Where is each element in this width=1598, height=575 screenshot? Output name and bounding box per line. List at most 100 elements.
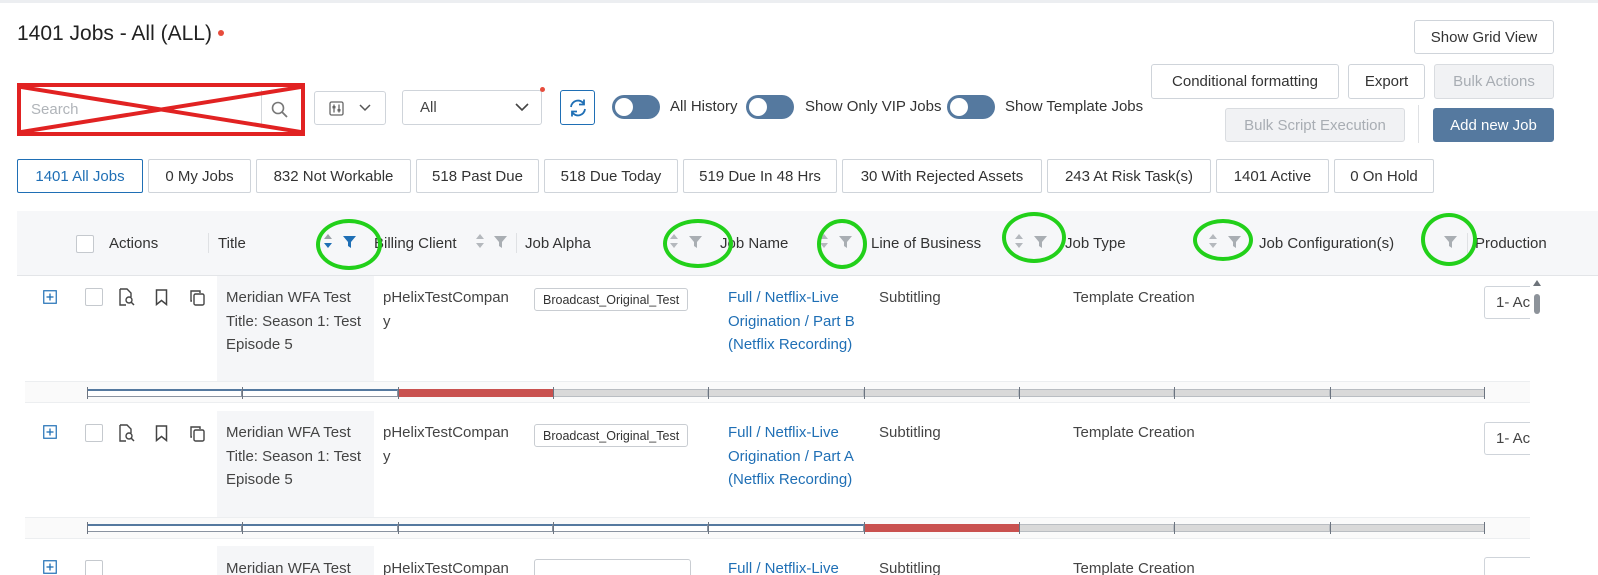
export-button[interactable]: Export [1348,64,1425,99]
tab-due-today[interactable]: 518 Due Today [544,159,678,193]
progress-segment [87,389,243,397]
job-name-link[interactable]: Full / Netflix-Live Origination / Part B… [728,286,855,357]
tab-all-jobs[interactable]: 1401 All Jobs [17,159,143,193]
tab-my-jobs[interactable]: 0 My Jobs [148,159,251,193]
preview-document-icon[interactable] [117,424,135,442]
progress-segment [708,389,864,397]
progress-segment [1174,524,1330,532]
search-button[interactable] [261,90,297,128]
tab-at-risk-tasks[interactable]: 243 At Risk Task(s) [1047,159,1211,193]
progress-tick [397,387,399,399]
tab-on-hold[interactable]: 0 On Hold [1334,159,1434,193]
column-header-billing-client[interactable]: Billing Client [374,211,457,276]
column-header-job-alpha[interactable]: Job Alpha [525,211,591,276]
job-name-link[interactable]: Full / Netflix-Live [728,557,839,575]
column-header-job-type[interactable]: Job Type [1065,211,1126,276]
title-line: Title: Season 1: Test [226,312,362,330]
filter-icon[interactable] [1034,236,1047,248]
column-header-title[interactable]: Title [218,211,246,276]
preview-document-icon[interactable] [117,288,135,306]
search-input[interactable] [21,87,265,132]
search-icon [271,101,288,118]
toggle-knob [950,98,968,116]
expand-row-icon[interactable] [43,290,57,304]
progress-tick [1484,522,1485,534]
refresh-button[interactable] [560,90,595,125]
filter-icon[interactable] [1444,236,1457,248]
progress-tick [708,387,710,399]
sort-icon[interactable] [819,233,829,249]
show-grid-view-button[interactable]: Show Grid View [1414,20,1554,54]
job-filter-select[interactable]: All [402,90,542,125]
column-header-production[interactable]: Production [1475,211,1547,276]
billing-client-line: pHelixTestCompan [383,424,509,441]
bulk-actions-button[interactable]: Bulk Actions [1434,64,1554,99]
bookmark-icon[interactable] [155,289,168,306]
job-name-line: Full / Netflix-Live [728,289,839,306]
sort-icon[interactable] [323,233,333,249]
scroll-up-arrow-icon[interactable] [1533,280,1541,286]
progress-tick [1174,387,1176,399]
billing-client-cell: pHelixTestCompan y [383,421,509,468]
filter-active-icon[interactable] [343,236,356,248]
tab-active[interactable]: 1401 Active [1216,159,1329,193]
column-selector-dropdown[interactable] [314,91,386,125]
job-name-link[interactable]: Full / Netflix-Live Origination / Part A… [728,421,854,492]
add-new-job-button[interactable]: Add new Job [1433,108,1554,142]
tab-not-workable[interactable]: 832 Not Workable [256,159,411,193]
filter-icon[interactable] [839,236,852,248]
column-header-line-of-business[interactable]: Line of Business [871,211,981,276]
progress-segment [553,524,709,532]
toggle-knob [749,98,767,116]
progress-tick [242,522,244,534]
job-alpha-badge: Broadcast_Original_Test [534,288,689,311]
job-name-line: Full / Netflix-Live [728,424,839,441]
copy-icon[interactable] [189,425,206,442]
sort-icon[interactable] [669,233,679,249]
select-all-checkbox[interactable] [76,235,94,253]
billing-client-line: y [383,312,391,330]
sort-icon[interactable] [1208,233,1218,249]
title-line: Title: Season 1: Test [226,447,362,465]
page-title: 1401 Jobs - All (ALL) [17,22,224,46]
billing-client-cell: pHelixTestCompan y [383,286,509,333]
expand-row-icon[interactable] [43,560,57,574]
column-header-job-configurations[interactable]: Job Configuration(s) [1259,211,1394,276]
sort-icon[interactable] [475,233,485,249]
scroll-thumb[interactable] [1534,294,1540,314]
job-filter-value: All [420,99,437,116]
progress-tick [1019,522,1020,534]
row-checkbox[interactable] [85,424,103,442]
all-history-toggle[interactable] [612,95,660,119]
column-separator [516,233,517,253]
grid-vertical-scrollbar[interactable] [1530,276,1544,575]
template-jobs-toggle[interactable] [947,95,995,119]
bulk-script-execution-button[interactable]: Bulk Script Execution [1225,108,1405,142]
progress-segment [397,389,553,397]
toolbar-divider [1418,105,1419,143]
filter-icon[interactable] [689,236,702,248]
row-checkbox[interactable] [85,288,103,306]
chevron-down-icon [515,103,529,112]
column-separator [208,233,209,253]
progress-segment [87,524,243,532]
column-header-job-name[interactable]: Job Name [720,211,788,276]
billing-client-line: y [383,447,391,465]
filter-icon[interactable] [494,236,507,248]
sort-icon[interactable] [1014,233,1024,249]
tab-rejected-assets[interactable]: 30 With Rejected Assets [842,159,1042,193]
copy-icon[interactable] [189,289,206,306]
tab-due-in-48-hrs[interactable]: 519 Due In 48 Hrs [683,159,837,193]
tab-past-due[interactable]: 518 Past Due [416,159,539,193]
filter-icon[interactable] [1228,236,1241,248]
unsaved-indicator-dot [217,30,224,36]
line-of-business-cell: Subtitling [879,289,941,306]
row-checkbox[interactable] [85,560,103,575]
vip-jobs-toggle[interactable] [746,95,794,119]
conditional-formatting-button[interactable]: Conditional formatting [1151,64,1339,99]
progress-segment [863,524,1019,532]
expand-row-icon[interactable] [43,425,57,439]
bookmark-icon[interactable] [155,425,168,442]
column-header-actions: Actions [109,235,159,252]
job-title-cell: Meridian WFA Test [226,560,351,575]
